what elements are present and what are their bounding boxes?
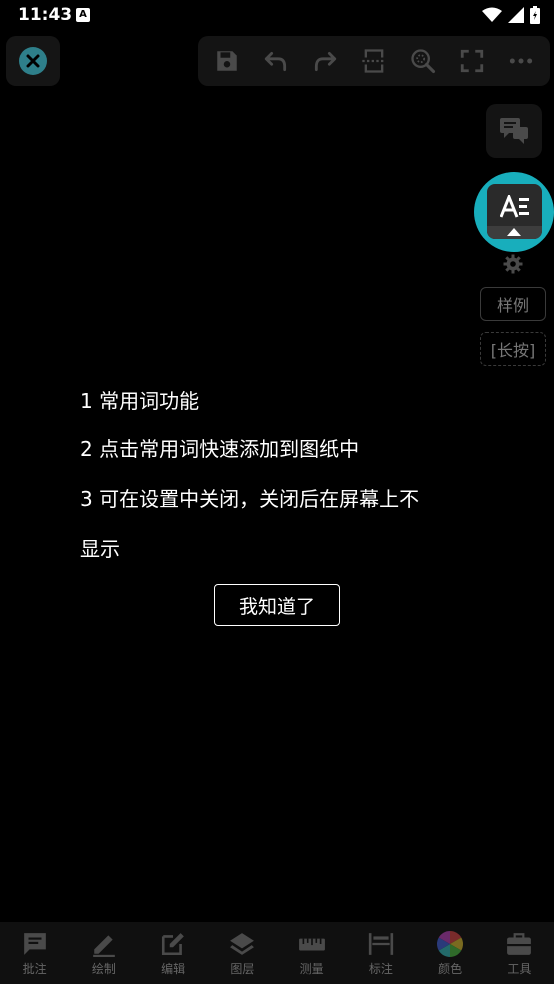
ruler-icon	[298, 930, 326, 958]
caret-up-icon	[507, 228, 521, 236]
status-time: 11:43	[18, 5, 73, 25]
status-bar: 11:43 A	[0, 0, 554, 30]
legend-button[interactable]: 样例	[480, 287, 546, 321]
guide-line-1: 1 常用词功能	[80, 389, 200, 413]
guide-line-4: 显示	[80, 537, 120, 561]
zoom-fit-button[interactable]	[403, 41, 443, 81]
common-phrase-button[interactable]	[487, 184, 542, 239]
comment-icon	[21, 930, 49, 958]
zoom-icon	[411, 49, 436, 74]
undo-button[interactable]	[256, 41, 296, 81]
nav-item-measure[interactable]: 测量	[277, 922, 346, 984]
close-button[interactable]	[6, 36, 60, 86]
nav-item-color[interactable]: 颜色	[416, 922, 485, 984]
more-button[interactable]	[501, 41, 541, 81]
top-toolbar	[198, 36, 550, 86]
edit-icon	[159, 930, 187, 958]
layers-icon	[228, 930, 256, 958]
got-it-button[interactable]: 我知道了	[214, 584, 340, 626]
nav-label: 工具	[507, 962, 532, 976]
bottom-nav: 批注 绘制 编辑 图层 测量 标注 颜色 工具	[0, 922, 554, 984]
nav-item-draw[interactable]: 绘制	[69, 922, 138, 984]
redo-button[interactable]	[305, 41, 345, 81]
battery-icon	[530, 6, 540, 24]
redo-icon	[314, 52, 337, 72]
nav-item-edit[interactable]: 编辑	[139, 922, 208, 984]
save-icon	[216, 51, 237, 71]
more-icon	[510, 58, 533, 64]
fullscreen-icon	[461, 49, 484, 73]
nav-item-tools[interactable]: 工具	[485, 922, 554, 984]
guide-line-2: 2 点击常用词快速添加到图纸中	[80, 437, 360, 461]
nav-item-comment[interactable]: 批注	[0, 922, 69, 984]
nav-item-dimension[interactable]: 标注	[346, 922, 415, 984]
longpress-hint[interactable]: [长按]	[480, 332, 546, 366]
color-wheel-icon	[436, 930, 464, 958]
wifi-icon	[482, 7, 502, 22]
close-icon	[19, 47, 47, 75]
nav-label: 编辑	[161, 962, 186, 976]
undo-icon	[264, 52, 286, 72]
nav-label: 图层	[230, 962, 255, 976]
signal-icon	[508, 7, 524, 23]
notification-badge: A	[76, 8, 90, 22]
toolbox-icon	[505, 930, 533, 958]
nav-label: 批注	[22, 962, 47, 976]
dimension-icon	[367, 930, 395, 958]
nav-label: 颜色	[438, 962, 463, 976]
text-phrase-icon	[500, 195, 529, 218]
nav-label: 标注	[368, 962, 393, 976]
guide-line-3: 3 可在设置中关闭，关闭后在屏幕上不	[80, 487, 420, 511]
chat-icon	[500, 118, 528, 144]
phrase-expand-bar	[487, 226, 542, 239]
comment-list-button[interactable]	[486, 104, 542, 158]
status-icons	[482, 6, 540, 24]
nav-label: 绘制	[91, 962, 116, 976]
save-button[interactable]	[207, 41, 247, 81]
fullscreen-button[interactable]	[452, 41, 492, 81]
nav-item-layers[interactable]: 图层	[208, 922, 277, 984]
pencil-icon	[90, 930, 118, 958]
nav-label: 测量	[299, 962, 324, 976]
gear-icon[interactable]	[503, 254, 523, 274]
split-view-button[interactable]	[354, 41, 394, 81]
split-view-icon	[362, 49, 386, 73]
